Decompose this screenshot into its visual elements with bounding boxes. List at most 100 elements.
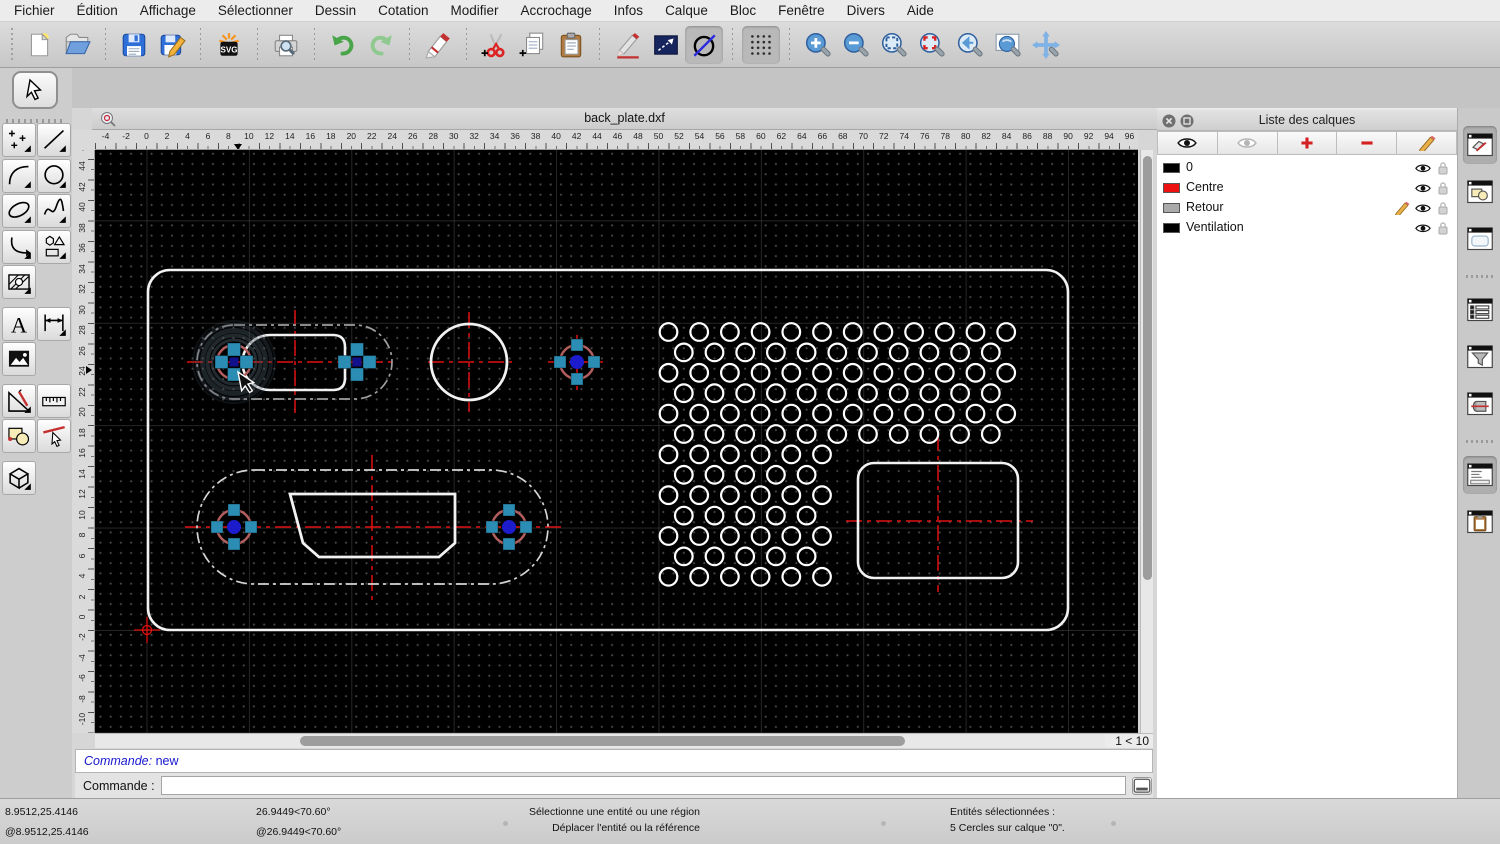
undo-button[interactable]	[324, 26, 362, 64]
ellipse-icon	[8, 201, 31, 223]
selection-handle	[587, 355, 601, 369]
grid-toggle-button[interactable]	[742, 25, 780, 64]
menu-fichier[interactable]: Fichier	[14, 3, 55, 18]
ruler-v-label: 26	[77, 346, 87, 356]
tool-modify[interactable]	[2, 383, 36, 418]
tool-text[interactable]: A	[2, 306, 36, 341]
zoom-in-button[interactable]	[799, 26, 837, 64]
toolbar-drag-handle[interactable]	[8, 27, 16, 62]
menu-fen-tre[interactable]: Fenêtre	[778, 3, 825, 18]
drawing-canvas[interactable]	[95, 150, 1138, 733]
copy-button[interactable]	[514, 26, 552, 64]
new-file-button[interactable]	[20, 26, 58, 64]
zoom-selection-button[interactable]	[913, 26, 951, 64]
command-input[interactable]	[160, 776, 1126, 795]
application-window: Fichier Édition Affichage Sélectionner Dessi…	[0, 0, 1500, 844]
cut-button[interactable]	[476, 26, 514, 64]
tool-image[interactable]	[2, 342, 36, 376]
svg-export-button[interactable]: SVG	[210, 26, 248, 64]
dock-block-list-button[interactable]	[1463, 173, 1497, 211]
layer-toolbar-add-layer[interactable]	[1277, 131, 1338, 155]
tool-spline[interactable]	[37, 194, 71, 228]
document-title-bar[interactable]: back_plate.dxf	[92, 108, 1157, 130]
layer-row-ventilation[interactable]: Ventilation	[1157, 218, 1457, 238]
tool-measure[interactable]	[37, 383, 71, 418]
menu-divers[interactable]: Divers	[847, 3, 885, 18]
zoom-auto-button[interactable]	[875, 26, 913, 64]
menu-cotation[interactable]: Cotation	[378, 3, 428, 18]
ventilation-hole	[689, 403, 710, 424]
layer-row-centre[interactable]: Centre	[1157, 178, 1457, 198]
menu-affichage[interactable]: Affichage	[140, 3, 196, 18]
dock-library-button[interactable]	[1463, 220, 1497, 258]
selection-tool-button[interactable]	[12, 71, 58, 109]
layer-lock-icon[interactable]	[1437, 181, 1449, 195]
layer-lock-icon[interactable]	[1437, 161, 1449, 175]
layer-row-0[interactable]: 0	[1157, 158, 1457, 178]
tool-select-entity[interactable]	[37, 419, 71, 453]
layer-visibility-eye-icon[interactable]	[1415, 181, 1431, 195]
zoom-out-button[interactable]	[837, 26, 875, 64]
redo-button[interactable]	[362, 26, 400, 64]
ruler-h-label: 60	[756, 131, 766, 141]
menu-accrochage[interactable]: Accrochage	[520, 3, 591, 18]
layer-toolbar-show-all-eye[interactable]	[1157, 131, 1218, 155]
zoom-window-button[interactable]	[989, 26, 1027, 64]
toolbar-separator	[409, 27, 410, 62]
menu-calque[interactable]: Calque	[665, 3, 708, 18]
open-file-button[interactable]	[58, 26, 96, 64]
tool-dimension[interactable]	[37, 306, 71, 341]
command-options-button[interactable]	[1131, 776, 1152, 795]
circle-tool-button[interactable]	[685, 25, 723, 64]
tool-line[interactable]	[37, 123, 71, 157]
tool-circle[interactable]	[37, 158, 71, 193]
menu-modifier[interactable]: Modifier	[450, 3, 498, 18]
dock-command-widget-button[interactable]	[1463, 456, 1497, 494]
ventilation-hole	[812, 526, 832, 546]
layer-visibility-eye-icon[interactable]	[1415, 161, 1431, 175]
tool-polyline[interactable]	[2, 229, 36, 264]
menu-dessin[interactable]: Dessin	[315, 3, 356, 18]
menu-s-lectionner[interactable]: Sélectionner	[218, 3, 293, 18]
tool-solid[interactable]	[2, 460, 36, 495]
dock-filter-button[interactable]	[1463, 338, 1497, 376]
tool-arc[interactable]	[2, 158, 36, 193]
dock-clipboard-notes-button[interactable]	[1463, 503, 1497, 541]
tool-hatch[interactable]	[2, 265, 36, 299]
line-tool-button[interactable]	[647, 26, 685, 64]
layer-visibility-eye-icon[interactable]	[1415, 201, 1431, 215]
menu--dition[interactable]: Édition	[77, 3, 118, 18]
menu-aide[interactable]: Aide	[907, 3, 934, 18]
tool-points[interactable]	[2, 123, 36, 157]
dock-entity-list-button[interactable]	[1463, 291, 1497, 329]
paste-button[interactable]	[552, 26, 590, 64]
layer-toolbar-edit-layer[interactable]	[1397, 131, 1457, 155]
horizontal-scrollbar[interactable]	[95, 733, 1105, 748]
menu-bloc[interactable]: Bloc	[730, 3, 756, 18]
tool-blocks[interactable]	[2, 419, 36, 453]
delete-button[interactable]	[419, 26, 457, 64]
ventilation-hole	[965, 403, 986, 424]
vertical-scrollbar[interactable]	[1140, 150, 1153, 733]
dock-layer-list-button[interactable]	[1463, 126, 1497, 164]
horizontal-scrollbar-thumb[interactable]	[300, 736, 905, 746]
layer-toolbar-remove-layer[interactable]	[1337, 131, 1398, 155]
zoom-previous-button[interactable]	[951, 26, 989, 64]
edit-pencil-button[interactable]	[609, 26, 647, 64]
zoom-pan-button[interactable]	[1027, 26, 1065, 64]
layer-lock-icon[interactable]	[1437, 201, 1449, 215]
save-as-button[interactable]	[153, 26, 191, 64]
status-separator-dot	[503, 821, 508, 826]
save-button[interactable]	[115, 26, 153, 64]
vertical-scrollbar-thumb[interactable]	[1143, 156, 1152, 580]
tool-shapes[interactable]	[37, 229, 71, 264]
print-preview-button[interactable]	[267, 26, 305, 64]
layer-lock-icon[interactable]	[1437, 221, 1449, 235]
tool-ellipse[interactable]	[2, 194, 36, 228]
layer-row-retour[interactable]: Retour	[1157, 198, 1457, 218]
dock-plugin-button[interactable]	[1463, 385, 1497, 423]
menu-infos[interactable]: Infos	[614, 3, 643, 18]
layer-visibility-eye-icon[interactable]	[1415, 221, 1431, 235]
ruler-h-label: 66	[817, 131, 828, 141]
layer-toolbar-hide-all-eye[interactable]	[1217, 131, 1278, 155]
